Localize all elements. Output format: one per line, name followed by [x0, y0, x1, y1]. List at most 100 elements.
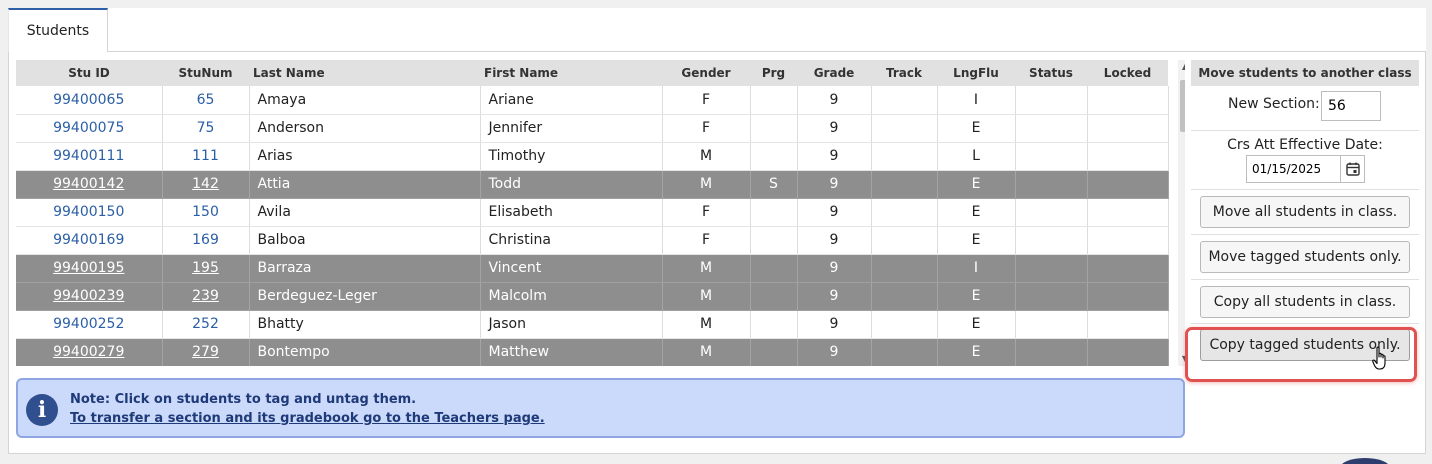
cell-lngflu: L [937, 142, 1016, 171]
effective-date-row: Crs Att Effective Date: [1191, 131, 1419, 190]
cell-locked [1087, 142, 1169, 171]
effective-date-label: Crs Att Effective Date: [1227, 137, 1383, 153]
table-row[interactable]: 99400239 239 Berdeguez-Leger Malcolm M 9 E [16, 282, 1169, 311]
cell-stu-num[interactable]: 239 [162, 282, 250, 311]
cell-gender: M [662, 254, 751, 283]
cell-locked [1087, 338, 1169, 366]
col-header-status[interactable]: Status [1015, 60, 1087, 86]
cell-last: Avila [249, 198, 481, 227]
cell-prg [750, 198, 798, 227]
col-header-prg[interactable]: Prg [750, 60, 797, 86]
cell-locked [1087, 170, 1169, 199]
cell-stu-id[interactable]: 99400169 [16, 226, 163, 255]
table-row[interactable]: 99400150 150 Avila Elisabeth F 9 E [16, 198, 1169, 227]
cell-stu-id[interactable]: 99400111 [16, 142, 163, 171]
col-header-last-name[interactable]: Last Name [249, 60, 480, 86]
move-all-students-button[interactable]: Move all students in class. [1200, 196, 1410, 228]
cell-stu-num[interactable]: 252 [162, 310, 250, 339]
cell-stu-num[interactable]: 111 [162, 142, 250, 171]
table-row[interactable]: 99400075 75 Anderson Jennifer F 9 E [16, 114, 1169, 143]
cell-track [871, 226, 938, 255]
cell-track [871, 254, 938, 283]
scroll-thumb[interactable] [1180, 80, 1185, 132]
scroll-up-icon[interactable]: ▲ [1178, 60, 1185, 74]
cell-stu-num[interactable]: 75 [162, 114, 250, 143]
table-row[interactable]: 99400169 169 Balboa Christina F 9 E [16, 226, 1169, 255]
cell-first: Matthew [480, 338, 663, 366]
table-row[interactable]: 99400195 195 Barraza Vincent M 9 I [16, 254, 1169, 283]
teachers-page-link[interactable]: To transfer a section and its gradebook … [70, 411, 545, 426]
cell-locked [1087, 86, 1169, 115]
cell-gender: F [662, 226, 751, 255]
cell-status [1015, 254, 1088, 283]
cell-stu-num[interactable]: 150 [162, 198, 250, 227]
cell-stu-id[interactable]: 99400142 [16, 170, 163, 199]
note-text: Note: Click on students to tag and untag… [70, 392, 417, 407]
cell-status [1015, 198, 1088, 227]
cell-status [1015, 310, 1088, 339]
cell-stu-id[interactable]: 99400150 [16, 198, 163, 227]
table-row[interactable]: 99400279 279 Bontempo Matthew M 9 E [16, 338, 1169, 366]
cell-lngflu: I [937, 254, 1016, 283]
cell-last: Amaya [249, 86, 481, 115]
cell-locked [1087, 254, 1169, 283]
cell-track [871, 282, 938, 311]
cell-status [1015, 226, 1088, 255]
table-row[interactable]: 99400065 65 Amaya Ariane F 9 I [16, 86, 1169, 115]
col-header-grade[interactable]: Grade [797, 60, 871, 86]
tab-students[interactable]: Students [8, 8, 108, 52]
cell-stu-id[interactable]: 99400252 [16, 310, 163, 339]
cell-last: Anderson [249, 114, 481, 143]
cell-stu-num[interactable]: 169 [162, 226, 250, 255]
new-section-row: New Section: [1191, 86, 1419, 131]
col-header-first-name[interactable]: First Name [480, 60, 662, 86]
cell-stu-id[interactable]: 99400195 [16, 254, 163, 283]
cell-prg [750, 338, 798, 366]
cell-status [1015, 114, 1088, 143]
cell-stu-id[interactable]: 99400239 [16, 282, 163, 311]
move-tagged-students-button[interactable]: Move tagged students only. [1200, 241, 1410, 273]
cell-locked [1087, 310, 1169, 339]
cell-locked [1087, 198, 1169, 227]
cell-first: Elisabeth [480, 198, 663, 227]
col-header-stunum[interactable]: StuNum [162, 60, 249, 86]
new-section-input[interactable] [1321, 91, 1381, 121]
cell-prg [750, 142, 798, 171]
cell-stu-id[interactable]: 99400065 [16, 86, 163, 115]
cell-first: Christina [480, 226, 663, 255]
cell-gender: M [662, 338, 751, 366]
cell-last: Attia [249, 170, 481, 199]
col-header-gender[interactable]: Gender [662, 60, 750, 86]
calendar-icon[interactable] [1341, 155, 1365, 183]
col-header-locked[interactable]: Locked [1087, 60, 1168, 86]
cell-prg [750, 226, 798, 255]
grid-scrollbar[interactable]: ▲ ▼ [1178, 60, 1185, 366]
cell-last: Barraza [249, 254, 481, 283]
cell-first: Jason [480, 310, 663, 339]
cell-last: Balboa [249, 226, 481, 255]
effective-date-input[interactable] [1246, 155, 1341, 183]
table-row[interactable]: 99400111 111 Arias Timothy M 9 L [16, 142, 1169, 171]
copy-all-students-button[interactable]: Copy all students in class. [1200, 286, 1410, 318]
cell-stu-id[interactable]: 99400279 [16, 338, 163, 366]
cell-track [871, 142, 938, 171]
cell-prg [750, 114, 798, 143]
col-header-lngflu[interactable]: LngFlu [937, 60, 1015, 86]
col-header-stu-id[interactable]: Stu ID [16, 60, 162, 86]
table-row[interactable]: 99400142 142 Attia Todd M S 9 E [16, 170, 1169, 199]
cell-stu-num[interactable]: 65 [162, 86, 250, 115]
cell-stu-num[interactable]: 279 [162, 338, 250, 366]
cell-prg [750, 310, 798, 339]
cell-last: Arias [249, 142, 481, 171]
cell-grade: 9 [797, 114, 872, 143]
cell-stu-num[interactable]: 195 [162, 254, 250, 283]
cell-stu-num[interactable]: 142 [162, 170, 250, 199]
table-row[interactable]: 99400252 252 Bhatty Jason M 9 E [16, 310, 1169, 339]
cell-status [1015, 86, 1088, 115]
cell-stu-id[interactable]: 99400075 [16, 114, 163, 143]
new-section-label: New Section: [1228, 96, 1320, 112]
cell-first: Timothy [480, 142, 663, 171]
cell-grade: 9 [797, 310, 872, 339]
scroll-down-icon[interactable]: ▼ [1178, 352, 1185, 366]
col-header-track[interactable]: Track [871, 60, 937, 86]
